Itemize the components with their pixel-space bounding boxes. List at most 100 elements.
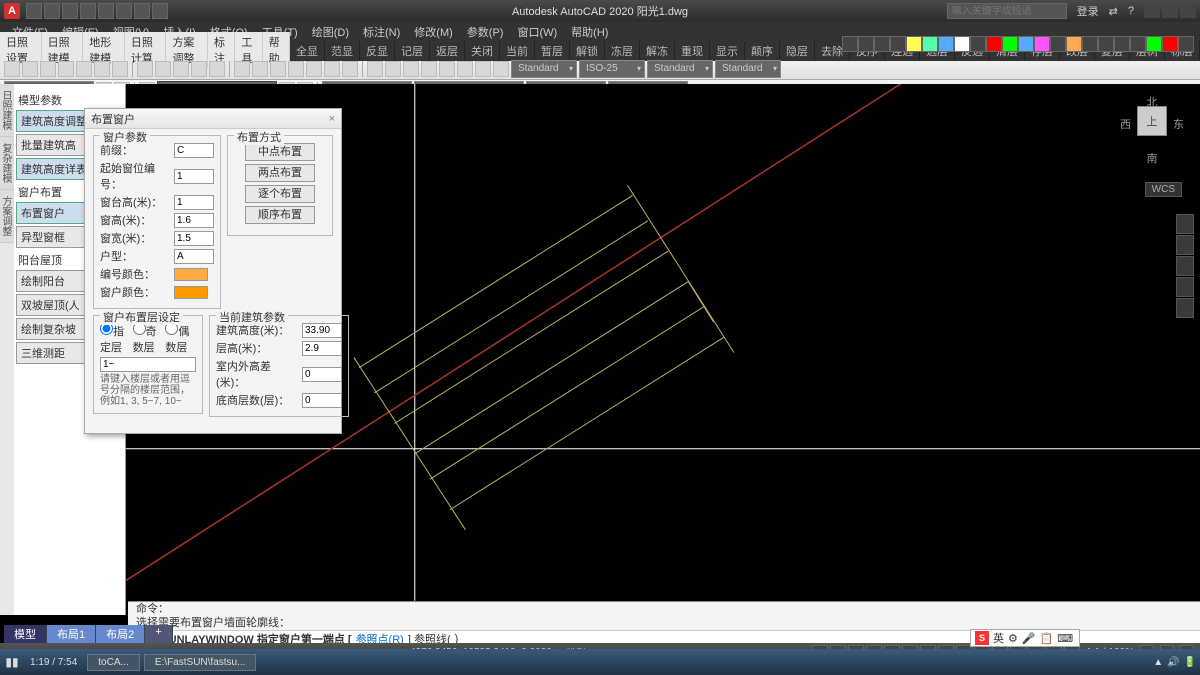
qat-icon[interactable]: [80, 3, 96, 19]
wincolor-swatch[interactable]: [174, 286, 208, 299]
tool-icon[interactable]: [155, 61, 171, 77]
qat-icon[interactable]: [26, 3, 42, 19]
tool-icon[interactable]: [986, 36, 1002, 52]
type-input[interactable]: [174, 249, 214, 264]
tool-icon[interactable]: [367, 61, 383, 77]
layer-cmd[interactable]: 冻层: [605, 41, 640, 61]
qat-icon[interactable]: [116, 3, 132, 19]
midpoint-button[interactable]: 中点布置: [245, 143, 315, 161]
each-button[interactable]: 逐个布置: [245, 185, 315, 203]
tool-icon[interactable]: [191, 61, 207, 77]
menu-item[interactable]: 参数(P): [461, 22, 510, 42]
tool-icon[interactable]: [342, 61, 358, 77]
layout-tab-2[interactable]: 布局2: [96, 625, 145, 643]
tool-icon[interactable]: [842, 36, 858, 52]
layer-cmd[interactable]: 返层: [430, 41, 465, 61]
tool-icon[interactable]: [475, 61, 491, 77]
twopoint-button[interactable]: 两点布置: [245, 164, 315, 182]
ime-icon[interactable]: ⚙: [1008, 632, 1018, 645]
tool-icon[interactable]: [58, 61, 74, 77]
layer-cmd[interactable]: 显示: [710, 41, 745, 61]
close-button[interactable]: [1180, 4, 1196, 18]
help-icon[interactable]: ?: [1128, 5, 1134, 17]
fheight-input[interactable]: [302, 341, 342, 356]
layer-cmd[interactable]: 重现: [675, 41, 710, 61]
side-tab[interactable]: 方案调整: [0, 190, 14, 243]
qat-icon[interactable]: [134, 3, 150, 19]
tool-icon[interactable]: [858, 36, 874, 52]
taskbar-item[interactable]: E:\FastSUN\fastsu...: [144, 654, 257, 671]
ime-icon[interactable]: ⌨: [1057, 632, 1073, 645]
nav-wheel-icon[interactable]: [1176, 214, 1194, 234]
sogou-icon[interactable]: S: [975, 631, 989, 645]
menu-item[interactable]: 修改(M): [408, 22, 459, 42]
side-tab[interactable]: 日照建模: [0, 84, 14, 137]
layer-cmd[interactable]: 颠序: [745, 41, 780, 61]
layout-tab-add[interactable]: +: [145, 625, 172, 643]
tool-icon[interactable]: [890, 36, 906, 52]
layer-cmd[interactable]: 解锁: [570, 41, 605, 61]
taskbar-item[interactable]: toCA...: [87, 654, 140, 671]
search-input[interactable]: [947, 3, 1067, 19]
tool-icon[interactable]: [1130, 36, 1146, 52]
prefix-input[interactable]: [174, 143, 214, 158]
layout-tab-model[interactable]: 模型: [4, 625, 47, 643]
layer-cmd[interactable]: 全显: [290, 41, 325, 61]
ime-icon[interactable]: 🎤: [1022, 632, 1036, 645]
tool-icon[interactable]: [906, 36, 922, 52]
minimize-button[interactable]: [1144, 4, 1160, 18]
tool-icon[interactable]: [324, 61, 340, 77]
tray-icon[interactable]: 🔊: [1167, 657, 1179, 668]
tool-icon[interactable]: [173, 61, 189, 77]
tray-icon[interactable]: 🔋: [1184, 657, 1196, 668]
tool-icon[interactable]: [1034, 36, 1050, 52]
tool-icon[interactable]: [385, 61, 401, 77]
ime-icon[interactable]: 📋: [1040, 632, 1054, 645]
orbit-icon[interactable]: [1176, 277, 1194, 297]
close-icon[interactable]: ×: [329, 113, 335, 125]
tool-icon[interactable]: [1114, 36, 1130, 52]
textstyle-drop[interactable]: Standard: [511, 60, 577, 78]
layer-cmd[interactable]: 反显: [360, 41, 395, 61]
layer-cmd[interactable]: 范显: [325, 41, 360, 61]
layer-cmd[interactable]: 隐层: [780, 41, 815, 61]
tablestyle-drop[interactable]: Standard: [647, 60, 713, 78]
ime-bar[interactable]: S 英 ⚙ 🎤 📋 ⌨: [970, 629, 1080, 647]
tool-icon[interactable]: [874, 36, 890, 52]
tray-icon[interactable]: ▲: [1153, 657, 1163, 668]
tool-icon[interactable]: [1050, 36, 1066, 52]
login-label[interactable]: 登录: [1077, 3, 1099, 19]
qat-icon[interactable]: [62, 3, 78, 19]
layer-cmd[interactable]: 当前: [500, 41, 535, 61]
menu-item[interactable]: 绘图(D): [306, 22, 355, 42]
tool-icon[interactable]: [954, 36, 970, 52]
tool-icon[interactable]: [270, 61, 286, 77]
mlstyle-drop[interactable]: Standard: [715, 60, 781, 78]
tool-icon[interactable]: [1018, 36, 1034, 52]
viewcube-top[interactable]: 上: [1137, 106, 1167, 136]
qat-icon[interactable]: [44, 3, 60, 19]
sill-input[interactable]: [174, 195, 214, 210]
tool-icon[interactable]: [1146, 36, 1162, 52]
tool-icon[interactable]: [94, 61, 110, 77]
menu-item[interactable]: 帮助(H): [565, 22, 614, 42]
tool-icon[interactable]: [457, 61, 473, 77]
start-input[interactable]: [174, 169, 214, 184]
tool-icon[interactable]: [493, 61, 509, 77]
tool-icon[interactable]: [421, 61, 437, 77]
qat-icon[interactable]: [152, 3, 168, 19]
tool-icon[interactable]: [306, 61, 322, 77]
tool-icon[interactable]: [4, 61, 20, 77]
showmotion-icon[interactable]: [1176, 298, 1194, 318]
height-input[interactable]: [174, 213, 214, 228]
tool-icon[interactable]: [22, 61, 38, 77]
viewcube[interactable]: 北 南 东 西 上: [1122, 94, 1182, 154]
tool-icon[interactable]: [1082, 36, 1098, 52]
menu-item[interactable]: 标注(N): [357, 22, 406, 42]
pause-icon[interactable]: ▮▮: [4, 654, 20, 670]
tool-icon[interactable]: [40, 61, 56, 77]
layout-tab-1[interactable]: 布局1: [47, 625, 96, 643]
layer-cmd[interactable]: 解冻: [640, 41, 675, 61]
ime-lang[interactable]: 英: [993, 630, 1004, 646]
tool-icon[interactable]: [288, 61, 304, 77]
